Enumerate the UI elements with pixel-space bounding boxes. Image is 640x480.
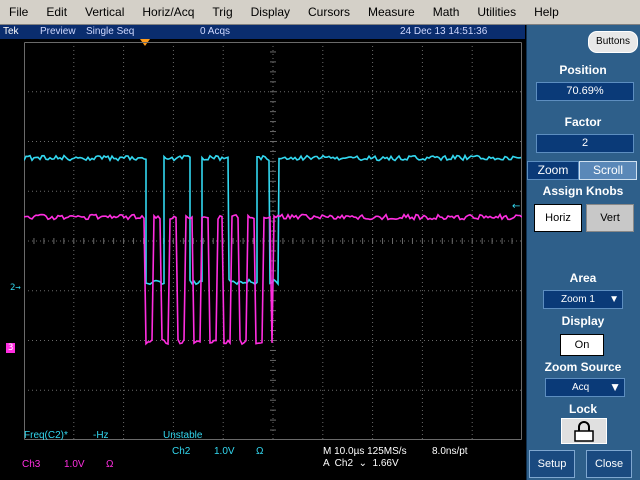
factor-label: Factor [526, 115, 640, 129]
menu-trig[interactable]: Trig [203, 0, 241, 24]
horiz-button[interactable]: Horiz [534, 204, 582, 232]
arrow-right-icon: → [15, 283, 20, 293]
zoom-source-value: Acq [546, 382, 589, 393]
measurement-status: Unstable [163, 430, 202, 441]
ch3-label[interactable]: Ch3 [22, 459, 40, 470]
lock-button[interactable] [561, 418, 607, 444]
menu-edit[interactable]: Edit [37, 0, 76, 24]
trigger-level-icon: ← [512, 201, 520, 212]
datetime-label: 24 Dec 13 14:51:36 [400, 25, 487, 39]
ch2-scale[interactable]: 1.0V [214, 446, 235, 457]
assign-knobs-label: Assign Knobs [526, 184, 640, 198]
ch2-coupling: Ω [256, 446, 263, 457]
ch3-marker-label: 3 [8, 343, 13, 353]
menu-file[interactable]: File [0, 0, 37, 24]
setup-button[interactable]: Setup [529, 450, 575, 478]
menu-display[interactable]: Display [242, 0, 299, 24]
display-toggle-button[interactable]: On [560, 334, 604, 356]
area-label: Area [526, 271, 640, 285]
ch3-scale[interactable]: 1.0V [64, 459, 85, 470]
chevron-down-icon: ▼ [609, 379, 621, 396]
measurement-value: -Hz [93, 430, 109, 441]
acq-mode-label: Single Seq [86, 25, 134, 39]
area-value: Zoom 1 [544, 294, 595, 305]
ch3-marker[interactable]: 3 [6, 343, 15, 353]
menu-help[interactable]: Help [525, 0, 568, 24]
measurement-label: Freq(C2)* [24, 430, 68, 441]
chevron-down-icon: ▼ [609, 291, 619, 308]
ch2-label[interactable]: Ch2 [172, 446, 190, 457]
preview-label: Preview [40, 25, 76, 39]
zoom-source-label: Zoom Source [526, 360, 640, 374]
close-button[interactable]: Close [586, 450, 632, 478]
menu-bar: File Edit Vertical Horiz/Acq Trig Displa… [0, 0, 640, 25]
factor-field[interactable]: 2 [536, 134, 634, 153]
vert-button[interactable]: Vert [586, 204, 634, 232]
trigger-readout[interactable]: A Ch2 ⌄ 1.66V [323, 458, 399, 469]
lock-icon [562, 419, 606, 443]
acq-count-label: 0 Acqs [200, 25, 230, 39]
waveform-display[interactable] [24, 42, 522, 440]
ch2-marker[interactable]: 2→ [10, 283, 21, 293]
menu-cursors[interactable]: Cursors [299, 0, 359, 24]
area-dropdown[interactable]: Zoom 1 ▼ [543, 290, 623, 309]
position-field[interactable]: 70.69% [536, 82, 634, 101]
tab-zoom[interactable]: Zoom [527, 161, 579, 180]
display-label: Display [526, 314, 640, 328]
timebase-readout[interactable]: M 10.0µs 125MS/s [323, 446, 407, 457]
waveform-svg [24, 42, 522, 440]
lock-label: Lock [526, 402, 640, 416]
buttons-toggle-button[interactable]: Buttons [588, 31, 638, 53]
ch3-waveform [24, 215, 522, 345]
menu-vertical[interactable]: Vertical [76, 0, 133, 24]
menu-math[interactable]: Math [424, 0, 469, 24]
ch3-coupling: Ω [106, 459, 113, 470]
resolution-readout: 8.0ns/pt [432, 446, 468, 457]
position-label: Position [526, 63, 640, 77]
menu-utilities[interactable]: Utilities [468, 0, 525, 24]
menu-measure[interactable]: Measure [359, 0, 424, 24]
tab-scroll[interactable]: Scroll [579, 161, 637, 180]
status-bar: Tek Preview Single Seq 0 Acqs 24 Dec 13 … [0, 25, 525, 39]
menu-horiz-acq[interactable]: Horiz/Acq [133, 0, 203, 24]
zoom-source-dropdown[interactable]: Acq ▼ [545, 378, 625, 397]
brand-label: Tek [3, 25, 19, 39]
